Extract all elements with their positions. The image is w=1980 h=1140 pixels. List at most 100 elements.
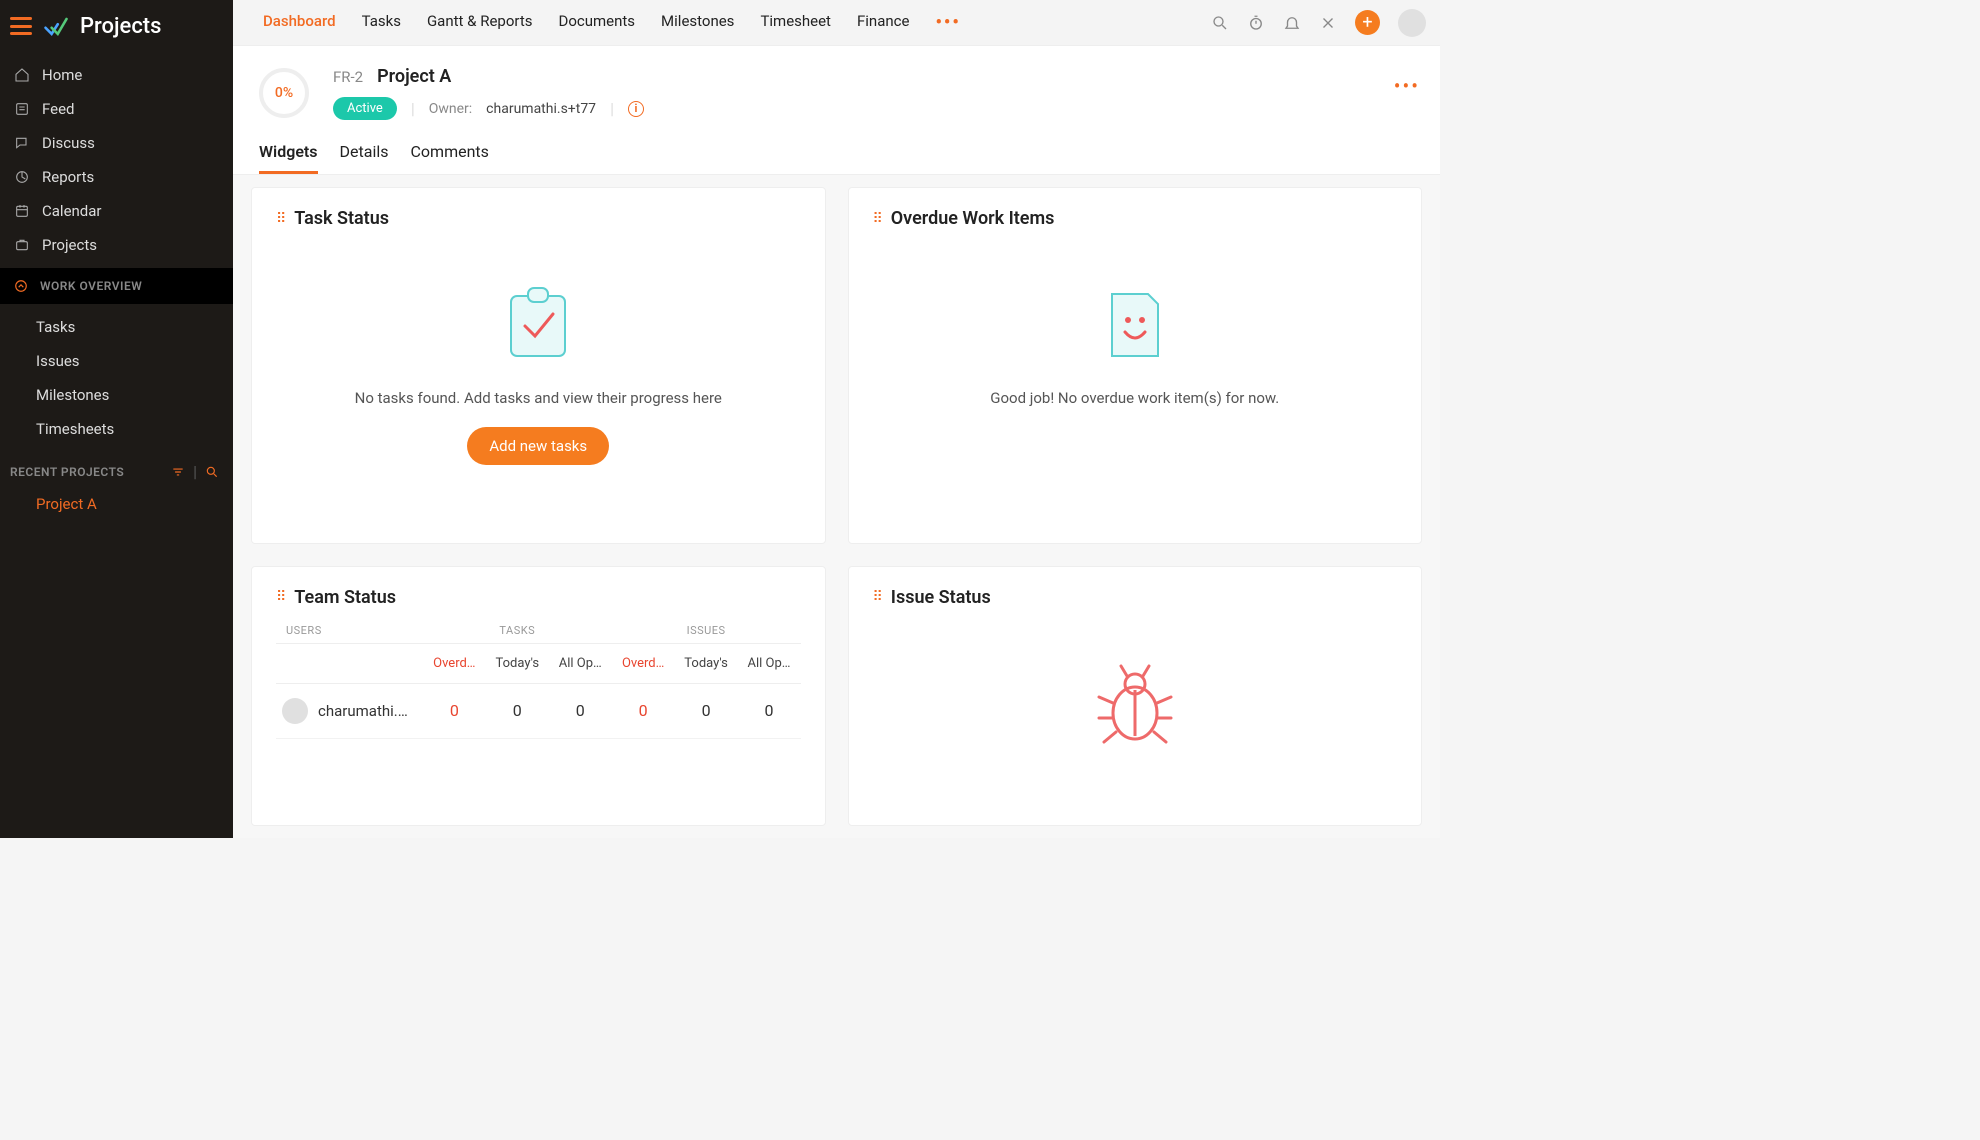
project-header: 0% FR-2 Project A Active | Owner: charum… xyxy=(233,46,1440,120)
subcol-overdue: Overd… xyxy=(612,656,675,671)
add-button[interactable]: + xyxy=(1355,10,1380,35)
col-header-tasks: TASKS xyxy=(423,624,612,637)
sidebar-heading-label: WORK OVERVIEW xyxy=(40,279,142,293)
empty-message: Good job! No overdue work item(s) for no… xyxy=(990,389,1279,407)
widget-team-status: ⠿ Team Status USERS TASKS ISSUES Overd… … xyxy=(251,566,826,827)
sidebar-item-label: Issues xyxy=(36,352,80,370)
subcol-allopen: All Op… xyxy=(549,656,612,671)
user-name: charumathi.… xyxy=(318,702,408,720)
clipboard-check-icon xyxy=(478,279,598,369)
bell-icon[interactable] xyxy=(1283,14,1301,32)
info-icon[interactable]: i xyxy=(628,101,644,117)
sidebar-item-milestones[interactable]: Milestones xyxy=(0,378,233,412)
filter-icon[interactable] xyxy=(171,465,185,479)
sidebar-item-label: Discuss xyxy=(42,134,95,152)
widget-issue-status: ⠿ Issue Status xyxy=(848,566,1423,827)
sidebar-item-label: Timesheets xyxy=(36,420,114,438)
subcol-overdue: Overd… xyxy=(423,656,486,671)
subtab-details[interactable]: Details xyxy=(340,142,389,174)
drag-handle-icon[interactable]: ⠿ xyxy=(276,211,284,227)
search-icon[interactable] xyxy=(1211,14,1229,32)
widget-title: Overdue Work Items xyxy=(891,208,1055,229)
subtab-comments[interactable]: Comments xyxy=(411,142,489,174)
sidebar-item-timesheets[interactable]: Timesheets xyxy=(0,412,233,446)
sidebar-item-calendar[interactable]: Calendar xyxy=(0,194,233,228)
sidebar-item-label: Tasks xyxy=(36,318,75,336)
separator: | xyxy=(610,99,614,118)
tab-milestones[interactable]: Milestones xyxy=(661,12,734,33)
tab-finance[interactable]: Finance xyxy=(857,12,909,33)
cell: 0 xyxy=(486,701,549,720)
empty-message: No tasks found. Add tasks and view their… xyxy=(355,389,722,407)
sidebar-item-reports[interactable]: Reports xyxy=(0,160,233,194)
status-badge[interactable]: Active xyxy=(333,97,397,120)
tab-tasks[interactable]: Tasks xyxy=(362,12,401,33)
cell: 0 xyxy=(423,701,486,720)
brand-text: Projects xyxy=(80,14,161,39)
add-new-tasks-button[interactable]: Add new tasks xyxy=(467,427,609,465)
widget-title: Task Status xyxy=(294,208,389,229)
subtab-widgets[interactable]: Widgets xyxy=(259,142,318,174)
sidebar-item-issues[interactable]: Issues xyxy=(0,344,233,378)
tab-timesheet[interactable]: Timesheet xyxy=(760,12,831,33)
progress-ring: 0% xyxy=(259,68,309,118)
recent-title: RECENT PROJECTS xyxy=(10,465,124,479)
bug-icon xyxy=(1075,658,1195,748)
sidebar-item-tasks[interactable]: Tasks xyxy=(0,310,233,344)
separator: | xyxy=(411,99,415,118)
subcol-todays: Today's xyxy=(486,656,549,671)
cell: 0 xyxy=(738,701,801,720)
widget-title: Team Status xyxy=(294,587,396,608)
col-header-users: USERS xyxy=(276,624,423,637)
owner-label: Owner: xyxy=(429,101,472,117)
sidebar-item-feed[interactable]: Feed xyxy=(0,92,233,126)
drag-handle-icon[interactable]: ⠿ xyxy=(873,211,881,227)
tab-dashboard[interactable]: Dashboard xyxy=(263,12,336,33)
cell: 0 xyxy=(549,701,612,720)
top-nav: Dashboard Tasks Gantt & Reports Document… xyxy=(233,0,1440,46)
brand-row: Projects xyxy=(0,0,233,52)
drag-handle-icon[interactable]: ⠿ xyxy=(873,589,881,605)
widget-title: Issue Status xyxy=(891,587,991,608)
main-area: Dashboard Tasks Gantt & Reports Document… xyxy=(233,0,1440,838)
drag-handle-icon[interactable]: ⠿ xyxy=(276,589,284,605)
project-name: Project A xyxy=(377,66,451,87)
logo-icon xyxy=(42,12,70,40)
cell: 0 xyxy=(675,701,738,720)
user-avatar-icon xyxy=(282,698,308,724)
tab-more-icon[interactable]: ••• xyxy=(935,12,960,33)
sidebar-item-label: Projects xyxy=(42,236,97,254)
user-avatar[interactable] xyxy=(1398,9,1426,37)
separator: | xyxy=(193,462,197,481)
col-header-issues: ISSUES xyxy=(612,624,801,637)
subcol-todays: Today's xyxy=(675,656,738,671)
sidebar-item-label: Home xyxy=(42,66,82,84)
cell: 0 xyxy=(612,701,675,720)
dashboard-grid: ⠿ Task Status No tasks found. Add tasks … xyxy=(233,175,1440,838)
tab-documents[interactable]: Documents xyxy=(558,12,635,33)
sidebar-heading-work-overview[interactable]: WORK OVERVIEW xyxy=(0,268,233,304)
smiley-page-icon xyxy=(1075,279,1195,369)
sidebar: Projects Home Feed Discuss Reports Calen… xyxy=(0,0,233,838)
timer-icon[interactable] xyxy=(1247,14,1265,32)
owner-name: charumathi.s+t77 xyxy=(486,101,596,117)
widget-overdue: ⠿ Overdue Work Items Good job! No overdu… xyxy=(848,187,1423,544)
more-icon[interactable]: ••• xyxy=(1394,74,1420,98)
sidebar-item-projects[interactable]: Projects xyxy=(0,228,233,262)
hamburger-icon[interactable] xyxy=(10,17,32,35)
sidebar-item-label: Feed xyxy=(42,100,75,118)
sidebar-item-home[interactable]: Home xyxy=(0,58,233,92)
tools-icon[interactable] xyxy=(1319,14,1337,32)
project-code: FR-2 xyxy=(333,68,363,86)
search-icon[interactable] xyxy=(205,465,219,479)
sidebar-recent-header: RECENT PROJECTS | xyxy=(0,452,233,487)
tab-gantt-reports[interactable]: Gantt & Reports xyxy=(427,12,533,33)
widget-task-status: ⠿ Task Status No tasks found. Add tasks … xyxy=(251,187,826,544)
recent-project-link[interactable]: Project A xyxy=(0,487,233,521)
sidebar-item-label: Reports xyxy=(42,168,94,186)
sub-tabs: Widgets Details Comments xyxy=(233,120,1440,175)
sidebar-item-label: Calendar xyxy=(42,202,102,220)
sidebar-item-label: Milestones xyxy=(36,386,109,404)
table-row: charumathi.… 0 0 0 0 0 0 xyxy=(276,684,801,739)
sidebar-item-discuss[interactable]: Discuss xyxy=(0,126,233,160)
